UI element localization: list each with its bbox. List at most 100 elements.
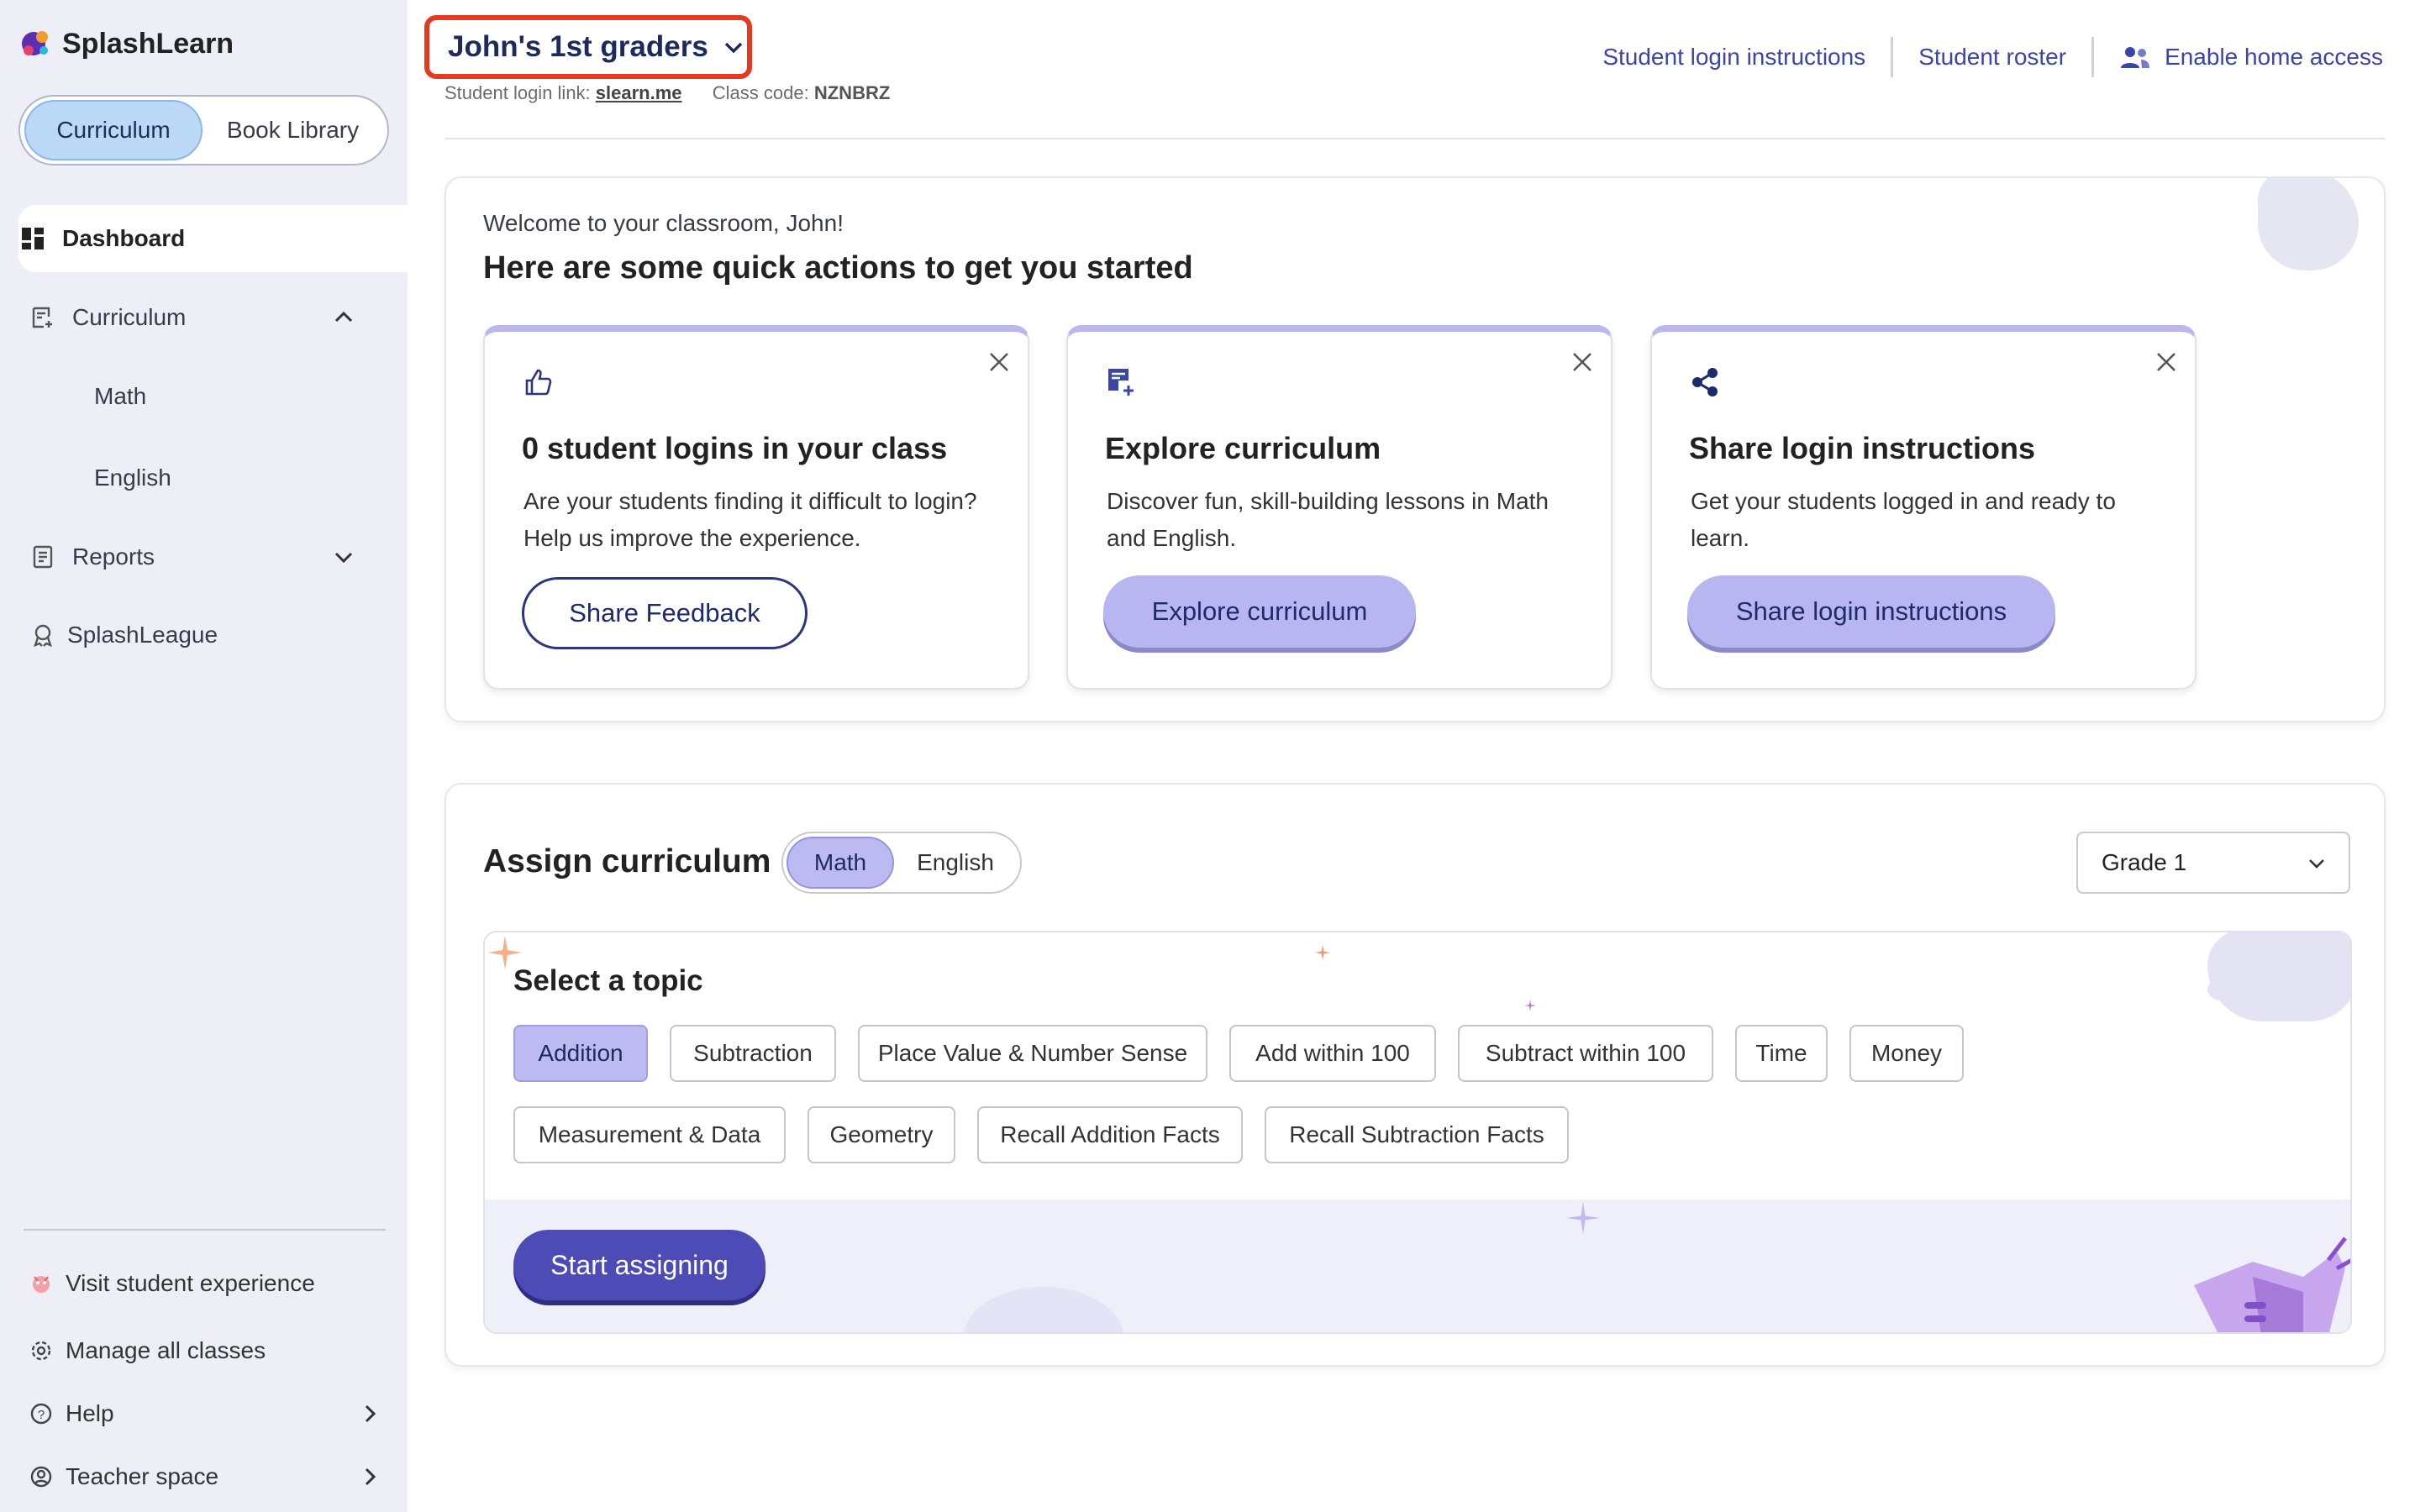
card-text: Are your students finding it difficult t…	[523, 488, 977, 551]
visit-student-experience-link[interactable]: Visit student experience	[29, 1270, 315, 1297]
sidebar-item-label: Reports	[72, 543, 155, 570]
student-avatar-icon	[29, 1271, 54, 1296]
topic-chip-time[interactable]: Time	[1735, 1025, 1828, 1082]
curriculum-icon	[29, 303, 57, 332]
manage-label: Manage all classes	[66, 1337, 266, 1363]
subject-toggle: Math English	[781, 832, 1022, 894]
curriculum-toggle-button[interactable]: Curriculum	[24, 100, 203, 160]
class-name: John's 1st graders	[448, 30, 708, 63]
help-label: Help	[66, 1400, 114, 1426]
topic-chip-recall-addition[interactable]: Recall Addition Facts	[977, 1106, 1243, 1163]
book-illustration-icon	[2194, 1236, 2350, 1332]
share-login-card: Share login instructions Get your studen…	[1650, 325, 2196, 690]
close-icon[interactable]	[1569, 349, 1596, 375]
teacher-space-link[interactable]: Teacher space	[29, 1463, 381, 1490]
teacher-avatar-icon	[29, 1464, 54, 1489]
login-link-label: Student login link:	[445, 82, 591, 103]
help-link[interactable]: ? Help	[29, 1400, 381, 1427]
chevron-down-icon	[2309, 859, 2324, 869]
sidebar-item-dashboard[interactable]: Dashboard	[18, 205, 408, 272]
welcome-text: Welcome to your classroom, John!	[483, 210, 844, 236]
gear-icon	[29, 1338, 54, 1363]
topic-chip-recall-subtraction[interactable]: Recall Subtraction Facts	[1265, 1106, 1569, 1163]
reports-icon	[29, 543, 57, 571]
sidebar-divider	[24, 1229, 386, 1231]
enable-home-access-link[interactable]: Enable home access	[2119, 44, 2383, 71]
sparkle-icon	[1315, 945, 1330, 960]
class-selector-dropdown[interactable]: John's 1st graders	[424, 15, 752, 79]
student-login-link[interactable]: slearn.me	[596, 82, 682, 103]
topic-chip-subtract-within-100[interactable]: Subtract within 100	[1458, 1025, 1713, 1082]
topic-chip-place-value[interactable]: Place Value & Number Sense	[858, 1025, 1207, 1082]
subject-math-button[interactable]: Math	[786, 837, 894, 889]
class-info: Student login link: slearn.me Class code…	[445, 82, 890, 104]
assign-action-band: Start assigning	[485, 1200, 2350, 1332]
grade-value: Grade 1	[2102, 849, 2187, 875]
quick-actions-panel: Welcome to your classroom, John! Here ar…	[445, 176, 2386, 722]
card-title: Explore curriculum	[1105, 431, 1381, 465]
library-toggle: Curriculum Book Library	[18, 95, 389, 165]
decorative-blob	[2207, 978, 2241, 1001]
student-login-instructions-link[interactable]: Student login instructions	[1602, 44, 1865, 71]
svg-text:?: ?	[38, 1408, 45, 1422]
topic-chip-add-within-100[interactable]: Add within 100	[1229, 1025, 1436, 1082]
quick-actions-title: Here are some quick actions to get you s…	[483, 250, 1193, 286]
splashlearn-logo[interactable]: SplashLearn	[18, 25, 234, 62]
assign-curriculum-title: Assign curriculum	[483, 843, 771, 879]
topic-chip-geometry[interactable]: Geometry	[808, 1106, 955, 1163]
sidebar-item-label: Dashboard	[62, 225, 186, 251]
link-divider	[2091, 37, 2095, 77]
grade-select[interactable]: Grade 1	[2076, 832, 2350, 894]
decorative-blob	[2258, 178, 2359, 270]
sidebar-item-splashleague[interactable]: SplashLeague	[18, 601, 389, 669]
start-assigning-button[interactable]: Start assigning	[513, 1230, 765, 1300]
topic-selector: Select a topic Addition Subtraction Plac…	[483, 931, 2352, 1334]
explore-curriculum-button[interactable]: Explore curriculum	[1103, 575, 1416, 648]
topic-chip-subtraction[interactable]: Subtraction	[670, 1025, 836, 1082]
splashleague-icon	[29, 621, 57, 649]
chevron-right-icon	[365, 1467, 376, 1486]
sidebar-item-label: SplashLeague	[67, 622, 218, 648]
student-logins-card: 0 student logins in your class Are your …	[483, 325, 1029, 690]
card-title: Share login instructions	[1689, 431, 2036, 465]
topic-chip-addition[interactable]: Addition	[513, 1025, 648, 1082]
card-text: Get your students logged in and ready to…	[1691, 488, 2116, 551]
topic-chip-measurement-data[interactable]: Measurement & Data	[513, 1106, 786, 1163]
thumbs-up-icon	[525, 369, 552, 396]
chevron-up-icon	[334, 311, 353, 323]
sparkle-icon	[1524, 1000, 1536, 1011]
assign-curriculum-panel: Assign curriculum Math English Grade 1 S…	[445, 783, 2386, 1367]
link-divider	[1891, 37, 1894, 77]
book-library-toggle-button[interactable]: Book Library	[203, 100, 383, 160]
sidebar-item-math[interactable]: Math	[94, 383, 146, 410]
share-login-instructions-button[interactable]: Share login instructions	[1687, 575, 2055, 648]
sidebar-item-reports[interactable]: Reports	[18, 523, 389, 591]
card-title: 0 student logins in your class	[522, 431, 948, 465]
select-topic-title: Select a topic	[513, 964, 703, 997]
manage-all-classes-link[interactable]: Manage all classes	[29, 1337, 266, 1364]
sidebar-item-english[interactable]: English	[94, 465, 171, 491]
sidebar-item-curriculum[interactable]: Curriculum	[18, 284, 389, 351]
help-icon: ?	[29, 1401, 54, 1426]
sparkle-icon	[1566, 1201, 1600, 1235]
close-icon[interactable]	[986, 349, 1013, 375]
curriculum-add-icon	[1108, 369, 1134, 396]
splashlearn-logo-icon	[22, 31, 48, 55]
teacher-label: Teacher space	[66, 1463, 219, 1489]
share-feedback-button[interactable]: Share Feedback	[522, 577, 808, 649]
share-icon	[1692, 368, 1718, 396]
student-roster-link[interactable]: Student roster	[1918, 44, 2066, 71]
class-code-label: Class code:	[712, 82, 809, 103]
explore-curriculum-card: Explore curriculum Discover fun, skill-b…	[1066, 325, 1612, 690]
header-links: Student login instructions Student roste…	[1602, 37, 2383, 77]
enable-home-access-label: Enable home access	[2165, 44, 2383, 70]
chevron-down-icon	[334, 552, 353, 564]
class-code: NZNBRZ	[813, 82, 891, 103]
close-icon[interactable]	[2153, 349, 2180, 375]
card-text: Discover fun, skill-building lessons in …	[1107, 488, 1549, 551]
logo-text: SplashLearn	[62, 27, 234, 60]
topic-chip-money[interactable]: Money	[1849, 1025, 1964, 1082]
users-icon	[2121, 47, 2150, 68]
subject-english-button[interactable]: English	[894, 837, 1017, 889]
sidebar: SplashLearn Curriculum Book Library Dash…	[0, 0, 408, 1512]
